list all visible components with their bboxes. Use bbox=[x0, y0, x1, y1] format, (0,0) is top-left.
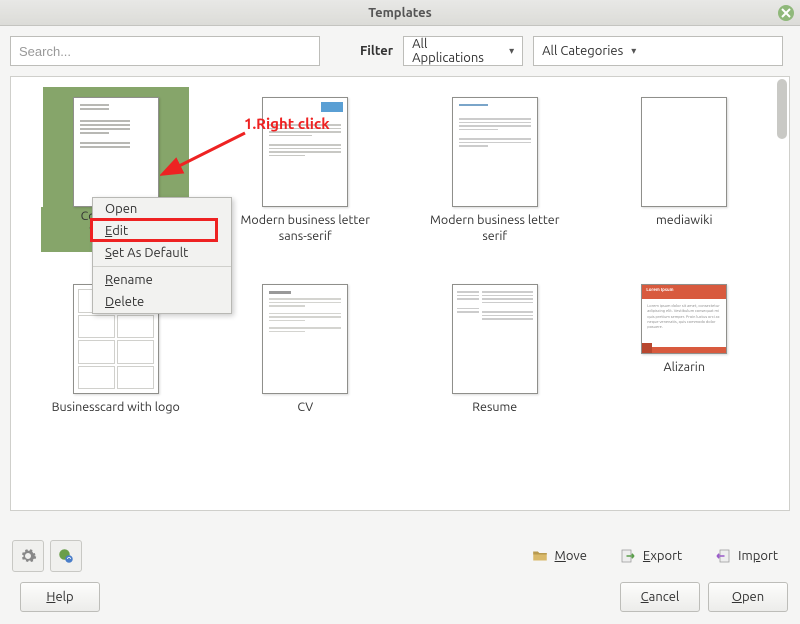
move-button[interactable]: Move bbox=[521, 541, 597, 571]
export-icon bbox=[619, 547, 637, 565]
template-thumbnail bbox=[641, 97, 727, 207]
template-alizarin[interactable]: Lorem Ipsum Lorem ipsum dolor sit amet, … bbox=[590, 284, 780, 416]
menu-separator bbox=[93, 266, 231, 267]
template-label: mediawiki bbox=[656, 213, 713, 229]
context-menu: Open Edit Set As Default Rename Delete bbox=[92, 197, 232, 314]
title-bar: Templates bbox=[0, 0, 800, 26]
chevron-down-icon: ▾ bbox=[509, 45, 514, 57]
categories-dropdown-value: All Categories bbox=[542, 44, 623, 58]
template-label: Businesscard with logo bbox=[52, 400, 180, 416]
globe-refresh-icon bbox=[57, 547, 75, 565]
footer: Move Export Import Help Cancel Open bbox=[0, 528, 800, 624]
applications-dropdown-value: All Applications bbox=[412, 37, 501, 65]
template-label: Modern business letter sans-serif bbox=[230, 213, 380, 244]
settings-button[interactable] bbox=[12, 540, 44, 572]
template-thumbnail bbox=[452, 97, 538, 207]
help-button[interactable]: Help bbox=[20, 582, 100, 612]
scrollbar[interactable] bbox=[777, 79, 787, 139]
template-label: Alizarin bbox=[663, 360, 705, 376]
gear-icon bbox=[19, 547, 37, 565]
template-label: CV bbox=[297, 400, 313, 416]
template-thumbnail bbox=[73, 97, 159, 207]
close-button[interactable] bbox=[778, 5, 794, 21]
template-mediawiki[interactable]: mediawiki bbox=[590, 97, 780, 244]
export-button[interactable]: Export bbox=[609, 541, 692, 571]
template-modern-sans[interactable]: Modern business letter sans-serif bbox=[211, 97, 401, 244]
menu-open[interactable]: Open bbox=[93, 198, 231, 220]
import-button[interactable]: Import bbox=[704, 541, 788, 571]
menu-delete[interactable]: Delete bbox=[93, 291, 231, 313]
folder-move-icon bbox=[531, 547, 549, 565]
categories-dropdown[interactable]: All Categories ▾ bbox=[533, 36, 783, 66]
template-cv[interactable]: CV bbox=[211, 284, 401, 416]
template-label: Resume bbox=[472, 400, 517, 416]
template-label: Modern business letter serif bbox=[420, 213, 570, 244]
cancel-button[interactable]: Cancel bbox=[620, 582, 700, 612]
open-button[interactable]: Open bbox=[708, 582, 788, 612]
menu-set-default[interactable]: Set As Default bbox=[93, 242, 231, 264]
template-resume[interactable]: Resume bbox=[400, 284, 590, 416]
search-input[interactable] bbox=[10, 36, 320, 66]
chevron-down-icon: ▾ bbox=[631, 45, 636, 57]
import-icon bbox=[714, 547, 732, 565]
close-icon bbox=[778, 4, 794, 22]
template-thumbnail bbox=[262, 284, 348, 394]
menu-edit[interactable]: Edit bbox=[93, 220, 231, 242]
template-thumbnail bbox=[262, 97, 348, 207]
window-title: Templates bbox=[368, 6, 432, 20]
template-thumbnail bbox=[452, 284, 538, 394]
browse-online-button[interactable] bbox=[50, 540, 82, 572]
template-thumbnail: Lorem Ipsum Lorem ipsum dolor sit amet, … bbox=[641, 284, 727, 354]
filter-label: Filter bbox=[360, 44, 393, 58]
menu-rename[interactable]: Rename bbox=[93, 269, 231, 291]
template-modern-serif[interactable]: Modern business letter serif bbox=[400, 97, 590, 244]
toolbar: Filter All Applications ▾ All Categories… bbox=[0, 26, 800, 76]
applications-dropdown[interactable]: All Applications ▾ bbox=[403, 36, 523, 66]
